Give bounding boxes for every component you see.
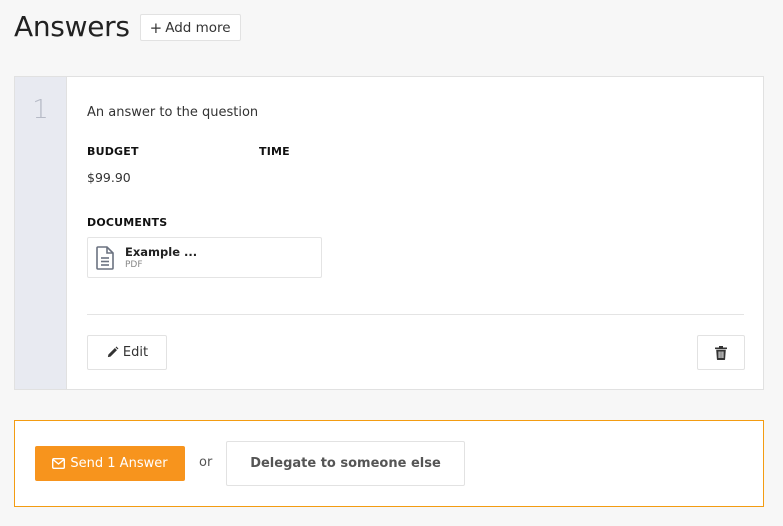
time-label: TIME	[259, 145, 290, 158]
page-header: Answers + Add more	[14, 10, 241, 43]
edit-button[interactable]: Edit	[87, 335, 167, 370]
or-text: or	[199, 455, 213, 470]
edit-label: Edit	[122, 345, 149, 360]
send-answer-label: Send 1 Answer	[70, 456, 168, 471]
document-item[interactable]: Example ... PDF	[87, 237, 322, 278]
file-text-icon	[96, 245, 114, 270]
answer-text: An answer to the question	[87, 105, 259, 120]
document-info: Example ... PDF	[125, 245, 197, 271]
send-panel: Send 1 Answer or Delegate to someone els…	[14, 420, 764, 507]
answer-content: An answer to the question BUDGET $99.90 …	[67, 77, 763, 389]
delete-button[interactable]	[697, 335, 745, 370]
pencil-icon	[107, 346, 119, 358]
plus-icon: +	[149, 18, 163, 37]
add-more-button[interactable]: + Add more	[139, 14, 241, 41]
budget-label: BUDGET	[87, 145, 139, 158]
trash-icon	[715, 345, 727, 360]
envelope-icon	[52, 458, 66, 469]
send-answer-button[interactable]: Send 1 Answer	[35, 446, 185, 481]
budget-value: $99.90	[87, 170, 131, 185]
document-name: Example ...	[125, 244, 198, 259]
page-title: Answers	[14, 10, 130, 43]
answer-card: 1 An answer to the question BUDGET $99.9…	[14, 76, 764, 390]
add-more-label: Add more	[165, 19, 231, 36]
answer-number: 1	[15, 77, 67, 389]
documents-label: DOCUMENTS	[87, 216, 168, 229]
document-type: PDF	[125, 259, 143, 270]
divider	[87, 314, 744, 315]
delegate-button[interactable]: Delegate to someone else	[226, 441, 465, 486]
